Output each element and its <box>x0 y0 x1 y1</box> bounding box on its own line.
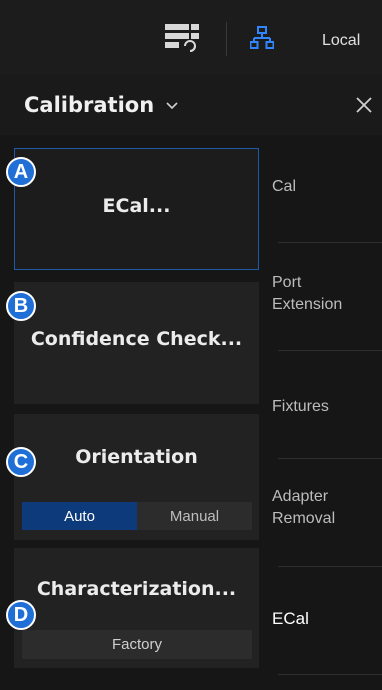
nav-divider <box>278 458 382 459</box>
confidence-check-button[interactable]: Confidence Check... <box>14 282 259 404</box>
nav-item-port-extension[interactable]: Port Extension <box>272 272 368 316</box>
ecal-button[interactable]: ECal... <box>14 148 259 270</box>
chevron-down-icon[interactable] <box>165 99 179 113</box>
orientation-group: Orientation Auto Manual <box>14 414 259 540</box>
nav-divider <box>278 242 382 243</box>
annotation-badge-d: D <box>6 600 36 630</box>
annotation-badge-a: A <box>6 157 36 187</box>
nav-divider <box>278 350 382 351</box>
nav-item-adapter-removal[interactable]: Adapter Removal <box>272 486 368 530</box>
nav-item-ecal[interactable]: ECal <box>272 608 382 630</box>
close-icon[interactable] <box>354 95 374 115</box>
page-title[interactable]: Calibration <box>24 93 154 117</box>
characterization-value[interactable]: Factory <box>22 630 252 659</box>
characterization-label: Characterization... <box>36 578 237 600</box>
toolbar-separator <box>226 22 227 56</box>
panel-header: Calibration <box>0 75 382 135</box>
nav-item-cal[interactable]: Cal <box>272 176 382 198</box>
top-toolbar: Local <box>0 0 382 75</box>
orientation-toggle: Auto Manual <box>22 502 252 530</box>
nav-item-fixtures[interactable]: Fixtures <box>272 396 382 418</box>
orientation-label: Orientation <box>75 446 198 468</box>
network-icon[interactable] <box>250 26 274 50</box>
annotation-badge-b: B <box>6 291 36 321</box>
nav-divider <box>278 566 382 567</box>
ecal-button-label: ECal... <box>102 195 171 217</box>
nav-divider <box>278 674 382 675</box>
local-label[interactable]: Local <box>322 32 360 50</box>
orientation-manual-option[interactable]: Manual <box>137 502 252 530</box>
annotation-badge-c: C <box>6 447 36 477</box>
grid-sync-icon[interactable] <box>165 24 201 54</box>
confidence-check-label: Confidence Check... <box>30 328 243 350</box>
orientation-auto-option[interactable]: Auto <box>22 502 137 530</box>
characterization-button[interactable]: Characterization... Factory <box>14 548 259 668</box>
